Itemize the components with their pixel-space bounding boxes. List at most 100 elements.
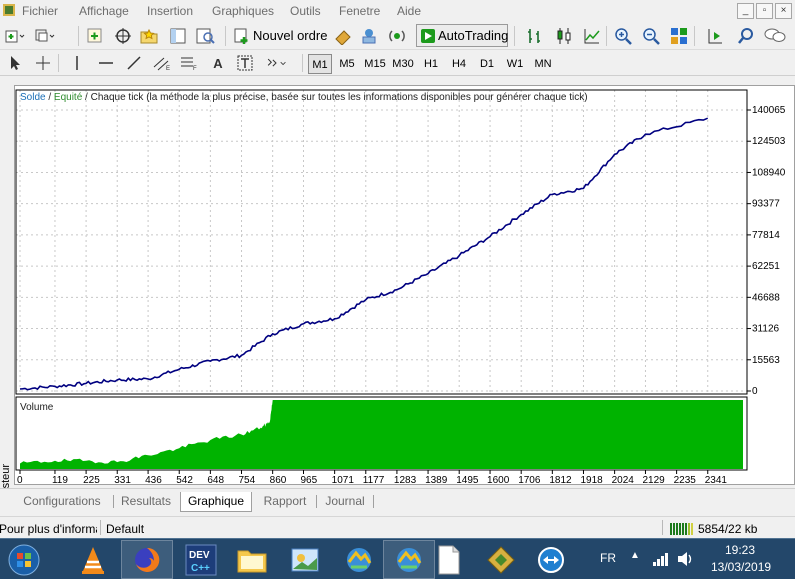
new-order-button[interactable]: Nouvel ordre: [253, 28, 327, 43]
x-tick-label: 965: [301, 475, 318, 484]
autotrading-icon: [421, 29, 435, 43]
taskbar-explorer[interactable]: [226, 540, 278, 579]
timeframe-h4[interactable]: H4: [446, 54, 472, 74]
vertical-line-icon[interactable]: [66, 52, 88, 74]
autotrading-button[interactable]: AutoTrading: [416, 24, 508, 47]
devcpp-icon: DEV C++: [185, 544, 217, 575]
minimize-icon[interactable]: _: [737, 3, 754, 19]
new-order-icon[interactable]: [231, 25, 253, 47]
new-chart-icon[interactable]: [4, 25, 26, 47]
taskbar-devcpp[interactable]: DEV C++: [175, 540, 227, 579]
taskbar-editor[interactable]: [475, 540, 527, 579]
line-chart-icon[interactable]: [581, 25, 603, 47]
timeframe-m5[interactable]: M5: [334, 54, 360, 74]
equidistant-channel-icon[interactable]: E: [151, 52, 173, 74]
signals-icon[interactable]: [358, 25, 380, 47]
timeframe-w1[interactable]: W1: [502, 54, 528, 74]
balance-chart[interactable]: 0 15563 31126 46688 62251 77814 93377 108940 124…: [15, 86, 794, 484]
y-tick-label: 77814: [752, 230, 780, 241]
favorites-icon[interactable]: [138, 25, 160, 47]
x-tick-label: 648: [207, 475, 224, 484]
menu-insertion[interactable]: Insertion: [147, 4, 193, 18]
chart-shift-icon[interactable]: [704, 25, 726, 47]
menu-graphiques[interactable]: Graphiques: [212, 4, 274, 18]
tile-windows-icon[interactable]: [668, 25, 690, 47]
candlestick-icon[interactable]: [553, 25, 575, 47]
y-tick-label: 15563: [752, 355, 780, 366]
autotrading-label: AutoTrading: [438, 28, 509, 43]
start-button[interactable]: [0, 540, 48, 579]
menu-bar: Fichier Affichage Insertion Graphiques O…: [0, 0, 795, 22]
market-watch-icon[interactable]: [84, 25, 106, 47]
expert-advisors-icon[interactable]: [332, 25, 354, 47]
close-icon[interactable]: ×: [775, 3, 792, 19]
bar-chart-icon[interactable]: [524, 25, 546, 47]
horizontal-line-icon[interactable]: [95, 52, 117, 74]
firefox-icon: [135, 547, 160, 572]
x-tick-label: 119: [52, 475, 68, 484]
text-tool-icon[interactable]: A: [207, 52, 229, 74]
text-label-icon[interactable]: [234, 52, 256, 74]
timeframe-mn[interactable]: MN: [530, 54, 556, 74]
tab-resultats[interactable]: Resultats: [116, 492, 176, 512]
timeframe-h1[interactable]: H1: [418, 54, 444, 74]
timeframe-m30[interactable]: M30: [390, 54, 416, 74]
menu-outils[interactable]: Outils: [290, 4, 321, 18]
trendline-icon[interactable]: [123, 52, 145, 74]
tab-configurations[interactable]: Configurations: [14, 492, 110, 512]
tester-tabs: Configurations Resultats Graphique Rappo…: [0, 488, 795, 512]
clock-date[interactable]: 13/03/2019: [711, 560, 771, 574]
crosshair-navigator-icon[interactable]: [112, 25, 134, 47]
x-tick-label: 1706: [518, 475, 541, 484]
metaeditor-icon: [487, 545, 515, 574]
clock-time[interactable]: 19:23: [725, 543, 755, 557]
taskbar-teamviewer[interactable]: [525, 540, 577, 579]
network-signal-icon[interactable]: [652, 552, 670, 566]
y-tick-label: 31126: [752, 324, 780, 335]
tray-expand-icon[interactable]: ▲: [630, 550, 640, 561]
restore-icon[interactable]: ▫: [756, 3, 773, 19]
language-indicator[interactable]: FR: [600, 551, 616, 565]
toolbar-separator: [514, 26, 515, 46]
x-tick-label: 860: [270, 475, 287, 484]
data-window-icon[interactable]: [167, 25, 189, 47]
broadcast-icon[interactable]: [386, 25, 408, 47]
profiles-icon[interactable]: [34, 25, 56, 47]
crosshair-icon[interactable]: [32, 52, 54, 74]
taskbar-photos[interactable]: [279, 540, 331, 579]
toolbar-separator: [78, 26, 79, 46]
x-tick-label: 754: [239, 475, 256, 484]
timeframe-m1[interactable]: M1: [308, 54, 332, 74]
status-profile: Default: [106, 522, 145, 536]
zoom-in-icon[interactable]: [612, 25, 634, 47]
y-tick-label: 46688: [752, 292, 780, 303]
strategy-tester-icon[interactable]: [195, 25, 217, 47]
menu-fenetre[interactable]: Fenetre: [339, 4, 380, 18]
windows-taskbar: DEV C++ FR ▲ 19:23 13/03/2019: [0, 538, 795, 579]
timeframe-d1[interactable]: D1: [474, 54, 500, 74]
svg-text:C++: C++: [191, 563, 210, 574]
windows-start-icon: [8, 544, 40, 575]
cursor-icon[interactable]: [4, 52, 26, 74]
tab-graphique[interactable]: Graphique: [180, 492, 252, 512]
x-tick-label: 436: [145, 475, 162, 484]
tab-journal[interactable]: Journal: [320, 492, 370, 512]
menu-affichage[interactable]: Affichage: [79, 4, 129, 18]
timeframe-m15[interactable]: M15: [362, 54, 388, 74]
taskbar-metatrader-1[interactable]: [333, 540, 385, 579]
tab-rapport[interactable]: Rapport: [256, 492, 314, 512]
menu-aide[interactable]: Aide: [397, 4, 421, 18]
volume-speaker-icon[interactable]: [676, 551, 694, 567]
search-icon[interactable]: [735, 25, 757, 47]
fibonacci-icon[interactable]: F: [178, 52, 200, 74]
taskbar-vlc[interactable]: [67, 540, 119, 579]
tab-separator: [373, 495, 374, 508]
chat-icon[interactable]: [764, 25, 786, 47]
menu-fichier[interactable]: Fichier: [22, 4, 58, 18]
taskbar-firefox[interactable]: [121, 540, 173, 579]
arrows-icon[interactable]: [265, 52, 287, 74]
taskbar-notepad[interactable]: [423, 540, 475, 579]
svg-text:DEV: DEV: [189, 550, 210, 561]
y-tick-label: 0: [752, 386, 758, 397]
zoom-out-icon[interactable]: [640, 25, 662, 47]
